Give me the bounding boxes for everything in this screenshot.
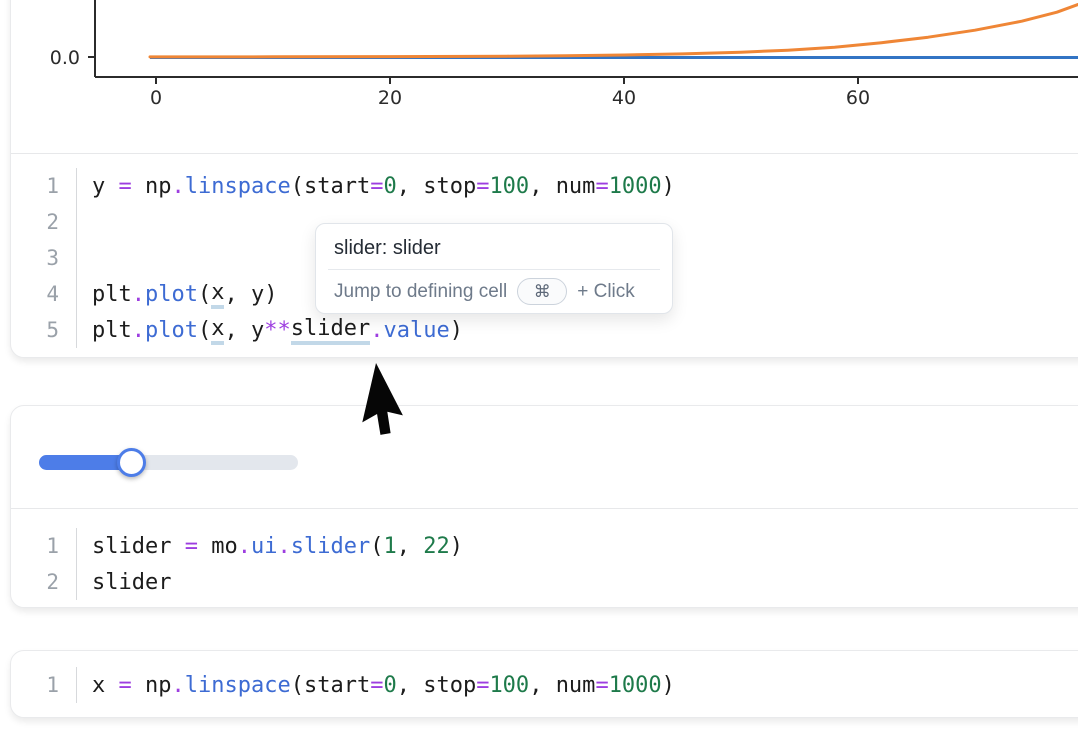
svg-text:20: 20 (378, 87, 402, 109)
output-code-divider (11, 508, 1078, 509)
output-code-divider (11, 153, 1078, 154)
code-line[interactable]: 1y = np.linspace(start=0, stop=100, num=… (11, 168, 1078, 204)
line-number: 4 (11, 282, 76, 306)
svg-text:40: 40 (612, 87, 636, 109)
matplotlib-chart-output: 0.0 0 20 40 60 (10, 0, 1078, 120)
tooltip-action-label: Jump to defining cell (334, 281, 507, 303)
code-editor[interactable]: 1slider = mo.ui.slider(1, 22)2slider (11, 528, 1078, 600)
slider-track[interactable] (39, 455, 298, 470)
reactive-variable-reference: x (211, 316, 224, 345)
line-number: 3 (11, 246, 76, 270)
line-number: 2 (11, 570, 76, 594)
notebook-cell-slider: 1slider = mo.ui.slider(1, 22)2slider (10, 405, 1078, 608)
mouse-cursor (350, 358, 445, 453)
tooltip-title: slider: slider (316, 224, 672, 269)
code-line[interactable]: 1x = np.linspace(start=0, stop=100, num=… (11, 667, 1078, 703)
svg-text:0.0: 0.0 (50, 47, 80, 69)
tooltip-click-label: + Click (577, 281, 635, 303)
svg-text:0: 0 (150, 87, 162, 109)
cmd-key-icon: ⌘ (517, 278, 567, 305)
reactive-variable-reference: x (211, 280, 224, 309)
line-number: 5 (11, 318, 76, 342)
line-number: 1 (11, 673, 76, 697)
line-number: 2 (11, 210, 76, 234)
line-number: 1 (11, 174, 76, 198)
code-line[interactable]: 1slider = mo.ui.slider(1, 22) (11, 528, 1078, 564)
notebook-cell-x: 1x = np.linspace(start=0, stop=100, num=… (10, 650, 1078, 718)
svg-text:60: 60 (846, 87, 870, 109)
notebook-page: 1y = np.linspace(start=0, stop=100, num=… (0, 0, 1078, 746)
code-editor[interactable]: 1x = np.linspace(start=0, stop=100, num=… (11, 667, 1078, 703)
slider-handle[interactable] (117, 448, 146, 477)
variable-tooltip: slider: slider Jump to defining cell ⌘ +… (315, 223, 673, 314)
code-line[interactable]: 5plt.plot(x, y**slider.value) (11, 312, 1078, 348)
line-number: 1 (11, 534, 76, 558)
slider-widget[interactable] (39, 443, 339, 483)
code-line[interactable]: 2slider (11, 564, 1078, 600)
reactive-variable-reference: slider (291, 316, 370, 345)
